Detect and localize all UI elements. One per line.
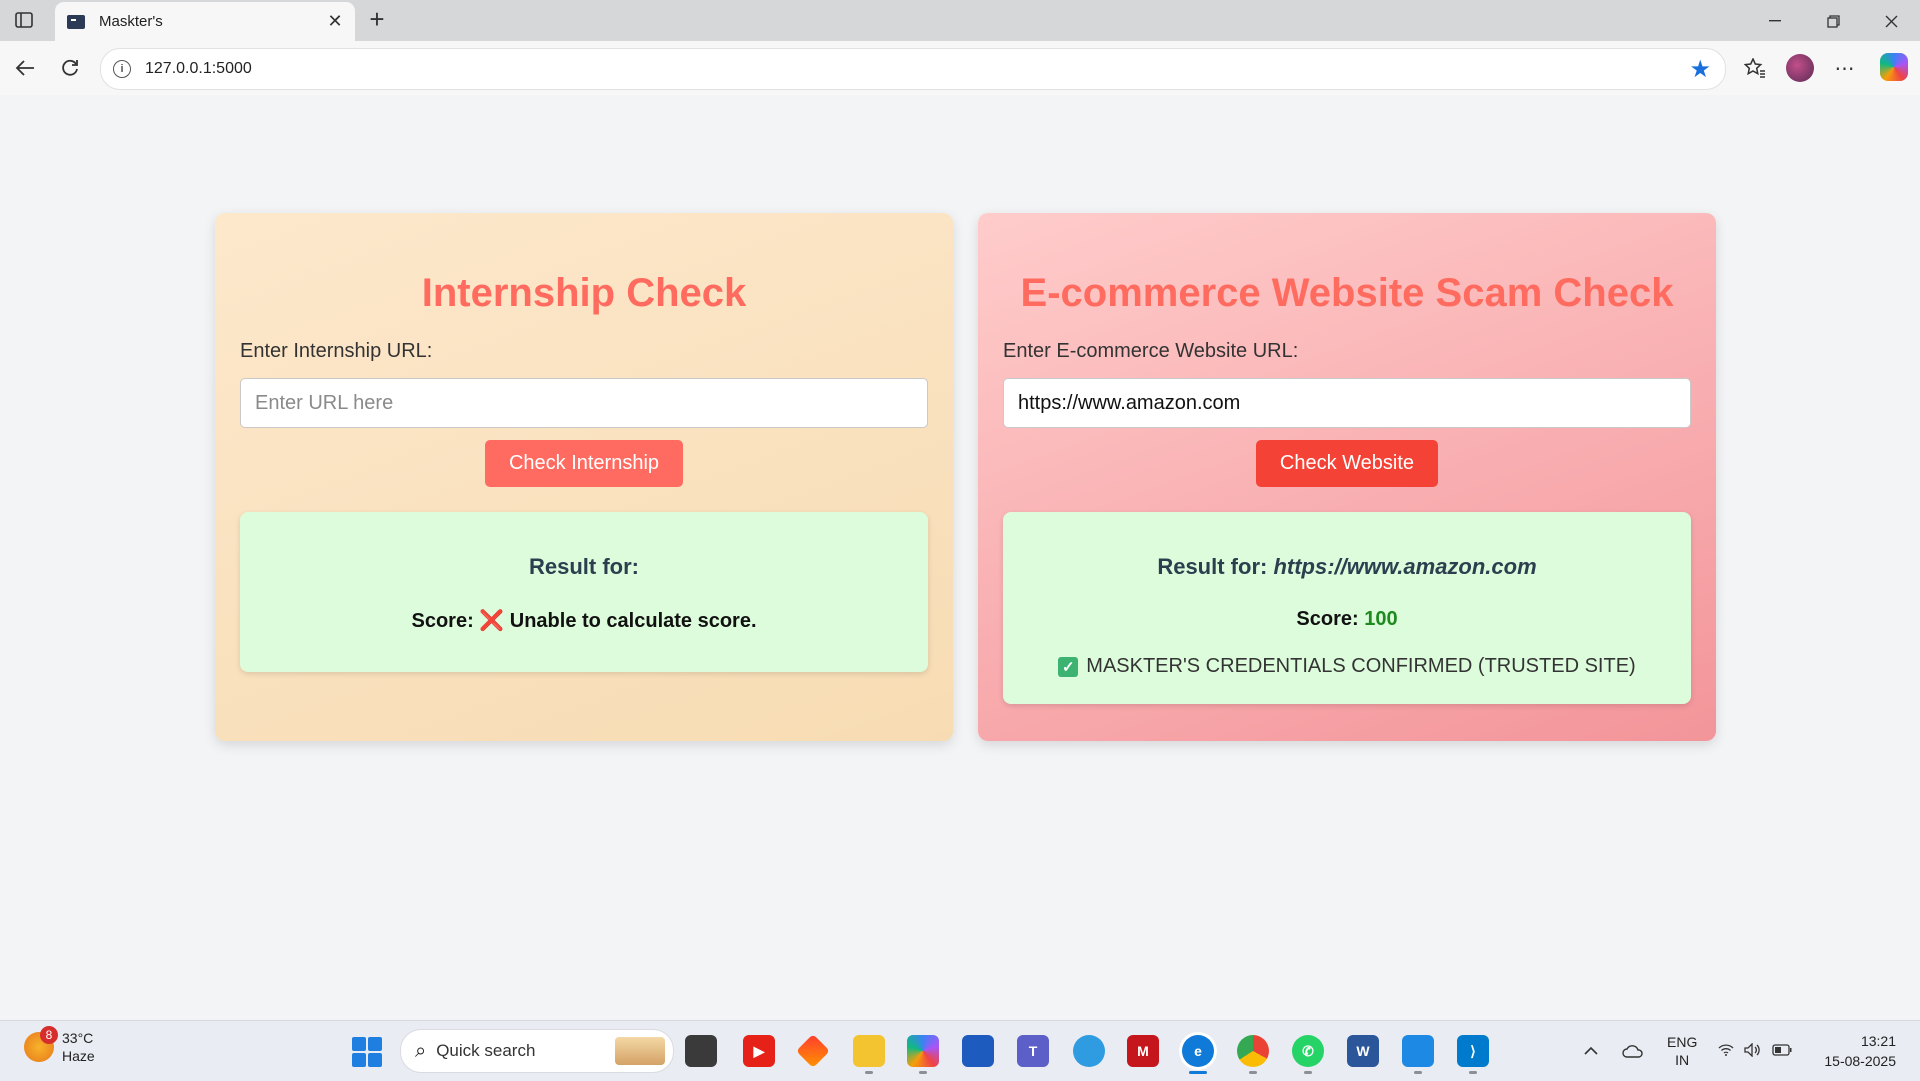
active-indicator [1189, 1071, 1207, 1074]
more-options-icon[interactable]: ⋯ [1830, 53, 1860, 83]
browser-tab[interactable]: Maskter's ✕ [55, 2, 355, 41]
restore-icon[interactable] [1818, 8, 1848, 34]
edge-icon[interactable]: e [1182, 1035, 1214, 1067]
copilot-app-icon[interactable] [907, 1035, 939, 1067]
check-mark-icon: ✓ [1058, 656, 1079, 677]
credentials-text: MASKTER'S CREDENTIALS CONFIRMED (TRUSTED… [1086, 655, 1636, 677]
check-internship-button[interactable]: Check Internship [484, 440, 684, 487]
back-arrow-icon[interactable] [10, 53, 40, 83]
ecommerce-score: Score: 100 [1013, 608, 1681, 631]
clock-time: 13:21 [1860, 1033, 1896, 1049]
page-viewport: Internship Check Enter Internship URL: C… [5, 95, 1920, 1017]
score-label: Score: [1296, 608, 1359, 630]
internship-title: Internship Check [421, 271, 747, 315]
ecommerce-result-heading: Result for: https://www.amazon.com [1013, 554, 1681, 580]
profile-avatar[interactable] [1786, 54, 1814, 82]
ecommerce-title: E-commerce Website Scam Check [1020, 271, 1674, 315]
internship-result-heading: Result for: [250, 554, 918, 580]
running-indicator [1249, 1071, 1257, 1074]
copilot-icon[interactable] [1880, 53, 1908, 81]
tab-actions-icon[interactable] [12, 8, 36, 32]
credentials-status: ✓ MASKTER'S CREDENTIALS CONFIRMED (TRUST… [1013, 655, 1681, 678]
browser-toolbar: i 127.0.0.1:5000 ★ ⋯ [0, 41, 1920, 95]
tab-title: Maskter's [99, 13, 163, 30]
weather-temp: 33°C [62, 1030, 94, 1046]
internship-url-label: Enter Internship URL: [240, 340, 433, 362]
internship-card: Internship Check Enter Internship URL: C… [215, 213, 953, 741]
notification-badge: 8 [40, 1026, 58, 1044]
photos-icon[interactable] [1402, 1035, 1434, 1067]
favorites-icon[interactable] [1740, 53, 1770, 83]
clock-date: 15-08-2025 [1824, 1053, 1896, 1069]
search-placeholder: Quick search [436, 1041, 536, 1060]
search-icon: ⌕ [415, 1039, 427, 1062]
favorite-star-icon[interactable]: ★ [1689, 55, 1711, 84]
youtube-icon[interactable]: ▶ [743, 1035, 775, 1067]
show-hidden-icons-icon[interactable] [1584, 1021, 1598, 1081]
region-code: IN [1675, 1052, 1690, 1068]
weather-widget[interactable]: 8 33°C Haze [24, 1026, 95, 1065]
word-icon[interactable]: W [1347, 1035, 1379, 1067]
taskbar-search[interactable]: ⌕ Quick search [400, 1029, 674, 1073]
terminal-icon [67, 14, 85, 29]
file-explorer-icon[interactable] [853, 1035, 885, 1067]
ecommerce-result-box: Result for: https://www.amazon.com Score… [1003, 512, 1691, 704]
mcafee-icon[interactable]: M [1127, 1035, 1159, 1067]
weather-condition: Haze [62, 1048, 95, 1064]
check-website-button[interactable]: Check Website [1255, 440, 1439, 487]
internship-url-input[interactable] [240, 378, 928, 428]
vscode-icon[interactable]: ⟩ [1457, 1035, 1489, 1067]
new-tab-button[interactable]: + [364, 6, 390, 33]
weather-app-icon[interactable] [1073, 1035, 1105, 1067]
ecommerce-url-label: Enter E-commerce Website URL: [1003, 340, 1299, 362]
internship-result-box: Result for: Score: ❌ Unable to calculate… [240, 512, 928, 672]
wifi-icon [1718, 1043, 1734, 1059]
language-indicator[interactable]: ENG IN [1667, 1021, 1697, 1081]
onedrive-cloud-icon[interactable] [1622, 1021, 1644, 1081]
running-indicator [865, 1071, 873, 1074]
running-indicator [1469, 1071, 1477, 1074]
refresh-icon[interactable] [55, 53, 85, 83]
result-for-label: Result for: [529, 554, 639, 579]
start-menu-icon[interactable] [352, 1037, 382, 1067]
ecommerce-card: E-commerce Website Scam Check Enter E-co… [978, 213, 1716, 741]
volume-icon [1744, 1041, 1762, 1060]
minimize-icon[interactable] [1760, 8, 1790, 34]
app-diamond-icon[interactable] [796, 1034, 830, 1068]
close-tab-icon[interactable]: ✕ [323, 10, 347, 34]
result-for-value: https://www.amazon.com [1273, 554, 1537, 579]
running-indicator [1304, 1071, 1312, 1074]
score-value: 100 [1364, 608, 1398, 630]
close-window-icon[interactable] [1876, 8, 1906, 34]
running-indicator [919, 1071, 927, 1074]
clock[interactable]: 13:21 15-08-2025 [1810, 1031, 1896, 1071]
browser-tab-bar: Maskter's ✕ + [0, 0, 1920, 41]
ecommerce-url-input[interactable] [1003, 378, 1691, 428]
site-info-icon[interactable]: i [113, 60, 131, 78]
language-code: ENG [1667, 1034, 1698, 1050]
result-for-label: Result for: [1157, 554, 1268, 579]
internship-score: Score: ❌ Unable to calculate score. [250, 608, 918, 633]
taskbar: 8 33°C Haze ⌕ Quick search ▶ T M e ✆ W ⟩… [0, 1020, 1920, 1081]
url-text: 127.0.0.1:5000 [145, 60, 252, 77]
address-bar[interactable]: i 127.0.0.1:5000 ★ [100, 48, 1726, 90]
teams-icon[interactable]: T [1017, 1035, 1049, 1067]
running-indicator [1414, 1071, 1422, 1074]
battery-icon [1772, 1043, 1792, 1059]
task-view-icon[interactable] [685, 1035, 717, 1067]
weather-sun-icon: 8 [24, 1026, 58, 1062]
whatsapp-icon[interactable]: ✆ [1292, 1035, 1324, 1067]
microsoft-store-icon[interactable] [962, 1035, 994, 1067]
search-highlight-image [615, 1037, 665, 1065]
score-label: Score: [411, 610, 474, 632]
system-status-group[interactable] [1718, 1021, 1792, 1081]
chrome-icon[interactable] [1237, 1035, 1269, 1067]
score-value: ❌ Unable to calculate score. [479, 610, 757, 632]
